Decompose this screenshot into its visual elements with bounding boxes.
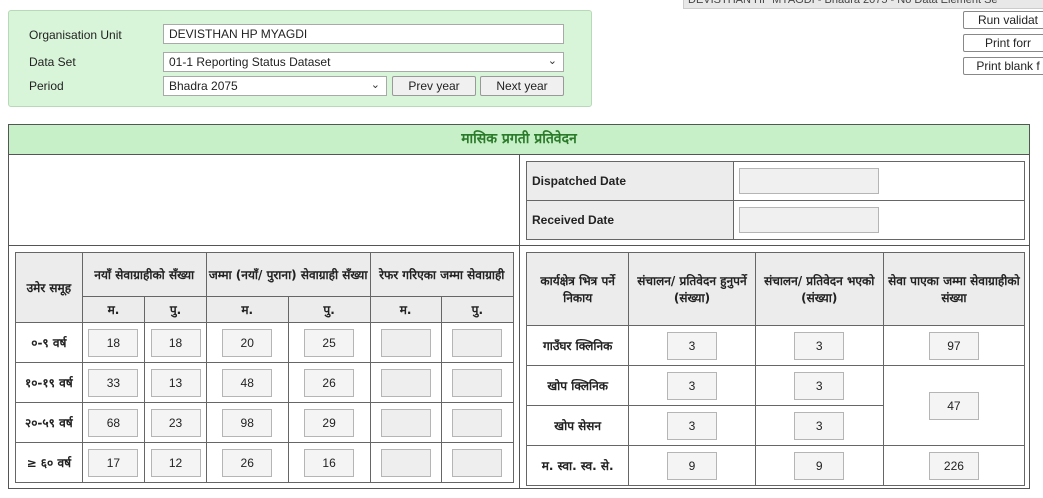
received-date-input[interactable]	[739, 207, 879, 233]
value-input[interactable]: 29	[304, 408, 355, 437]
value-input[interactable]: 3	[666, 331, 717, 360]
did-run-header: संचालन/ प्रतिवेदन भएको (संख्या)	[754, 252, 884, 326]
blank-section	[8, 154, 520, 246]
female-header: म.	[205, 296, 289, 323]
table-row: खोप क्लिनिक 3 3 47	[525, 365, 1026, 446]
print-blank-form-button[interactable]: Print blank f	[963, 57, 1043, 75]
value-input[interactable]: 18	[88, 328, 139, 357]
female-header: म.	[81, 296, 146, 323]
value-input[interactable]: 48	[222, 368, 273, 397]
received-date-label: Received Date	[526, 200, 734, 240]
served-clients-header: सेवा पाएका जम्मा सेवाग्राहीको संख्या	[882, 252, 1026, 326]
value-input[interactable]	[380, 448, 431, 477]
dates-section: Dispatched Date Received Date	[519, 154, 1030, 246]
unit-label: म. स्वा. स्व. से.	[525, 445, 630, 486]
new-clients-header: नयाँ सेवाग्राहीको सँख्या	[81, 252, 207, 297]
table-row: ≥ ६० वर्ष 17 12 26 16	[15, 442, 515, 483]
form-header-note: DEVISTHAN HP MYAGDI - Bhadra 2075 - No D…	[683, 0, 1043, 9]
selection-panel: Organisation Unit DEVISTHAN HP MYAGDI Da…	[8, 10, 592, 107]
male-header: पु.	[144, 296, 207, 323]
dates-table: Dispatched Date Received Date	[526, 161, 1025, 240]
total-clients-header: जम्मा (नयाँ/ पुराना) सेवाग्राही सँख्या	[205, 252, 371, 297]
value-input[interactable]: 68	[88, 408, 139, 437]
value-input[interactable]: 23	[150, 408, 201, 437]
value-input[interactable]: 3	[666, 411, 717, 440]
value-input[interactable]: 18	[150, 328, 201, 357]
prev-year-button[interactable]: Prev year	[392, 76, 476, 96]
table-row: २०-५९ वर्ष 68 23 98 29	[15, 402, 515, 443]
age-group-table: उमेर समूह नयाँ सेवाग्राहीको सँख्या जम्मा…	[15, 252, 515, 483]
table-row: ०-९ वर्ष 18 18 20 25	[15, 322, 515, 363]
age-label: ०-९ वर्ष	[15, 322, 83, 363]
unit-header: कार्यक्षेत्र भित्र पर्ने निकाय	[525, 252, 630, 326]
age-label: ≥ ६० वर्ष	[15, 442, 83, 483]
run-validation-button[interactable]: Run validat	[963, 11, 1043, 29]
outreach-table: कार्यक्षेत्र भित्र पर्ने निकाय संचालन/ प…	[525, 252, 1026, 486]
value-input[interactable]	[380, 328, 431, 357]
chevron-down-icon: ⌄	[370, 79, 380, 91]
value-input[interactable]: 9	[794, 451, 845, 480]
unit-label: खोप सेसन	[525, 405, 630, 446]
unit-label: गाउँघर क्लिनिक	[525, 325, 630, 366]
value-input[interactable]: 98	[222, 408, 273, 437]
value-input[interactable]: 12	[150, 448, 201, 477]
male-header: पु.	[440, 296, 515, 323]
next-year-button[interactable]: Next year	[480, 76, 564, 96]
age-group-header: उमेर समूह	[15, 252, 83, 323]
form-title: मासिक प्रगती प्रतिवेदन	[8, 124, 1030, 155]
value-input[interactable]: 20	[222, 328, 273, 357]
data-set-select[interactable]: 01-1 Reporting Status Dataset ⌄	[163, 52, 564, 72]
dispatched-date-label: Dispatched Date	[526, 161, 734, 201]
age-label: २०-५९ वर्ष	[15, 402, 83, 443]
value-input[interactable]: 47	[928, 391, 979, 420]
value-input[interactable]	[452, 328, 503, 357]
should-run-header: संचालन/ प्रतिवेदन हुनुपर्ने (संख्या)	[628, 252, 756, 326]
table-row: म. स्वा. स्व. से. 9 9 226	[525, 445, 1026, 486]
value-input[interactable]: 9	[666, 451, 717, 480]
value-input[interactable]	[452, 408, 503, 437]
unit-label: खोप क्लिनिक	[525, 365, 630, 406]
value-input[interactable]: 3	[794, 371, 845, 400]
value-input[interactable]: 3	[666, 371, 717, 400]
value-input[interactable]: 226	[928, 451, 979, 480]
value-input[interactable]	[380, 408, 431, 437]
value-input[interactable]: 16	[304, 448, 355, 477]
data-set-label: Data Set	[29, 55, 76, 69]
value-input[interactable]: 3	[794, 411, 845, 440]
value-input[interactable]	[452, 368, 503, 397]
value-input[interactable]: 26	[304, 368, 355, 397]
table-row: १०-१९ वर्ष 33 13 48 26	[15, 362, 515, 403]
chevron-down-icon: ⌄	[547, 55, 557, 67]
female-header: म.	[369, 296, 442, 323]
value-input[interactable]	[380, 368, 431, 397]
org-unit-label: Organisation Unit	[29, 28, 122, 42]
value-input[interactable]: 97	[928, 331, 979, 360]
age-label: १०-१९ वर्ष	[15, 362, 83, 403]
value-input[interactable]: 25	[304, 328, 355, 357]
value-input[interactable]: 26	[222, 448, 273, 477]
print-form-button[interactable]: Print forr	[963, 34, 1043, 52]
value-input[interactable]: 3	[794, 331, 845, 360]
value-input[interactable]: 17	[88, 448, 139, 477]
org-unit-field[interactable]: DEVISTHAN HP MYAGDI	[163, 24, 564, 44]
outreach-section: कार्यक्षेत्र भित्र पर्ने निकाय संचालन/ प…	[519, 245, 1030, 489]
referred-clients-header: रेफर गरिएका जम्मा सेवाग्राही	[369, 252, 514, 297]
data-set-value: 01-1 Reporting Status Dataset	[169, 55, 331, 69]
period-value: Bhadra 2075	[169, 79, 238, 93]
age-section: उमेर समूह नयाँ सेवाग्राहीको सँख्या जम्मा…	[8, 245, 520, 489]
period-label: Period	[29, 79, 64, 93]
table-row: गाउँघर क्लिनिक 3 3 97	[525, 325, 1026, 366]
value-input[interactable]: 33	[88, 368, 139, 397]
dispatched-date-input[interactable]	[739, 168, 879, 194]
value-input[interactable]: 13	[150, 368, 201, 397]
male-header: पु.	[287, 296, 371, 323]
value-input[interactable]	[452, 448, 503, 477]
period-select[interactable]: Bhadra 2075 ⌄	[163, 76, 387, 96]
